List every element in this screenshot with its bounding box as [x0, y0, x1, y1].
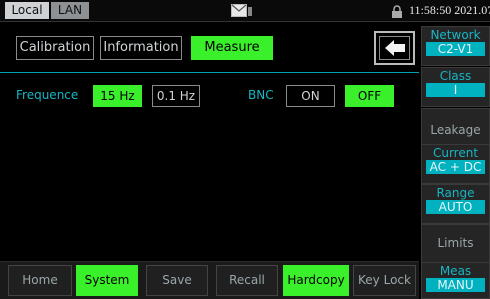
softkey-current-value: AC + DC	[426, 160, 485, 174]
mode-local-indicator: Local	[5, 2, 49, 19]
softkey-meas-title: Meas	[439, 264, 472, 278]
softkey-limits[interactable]: Limits	[421, 224, 490, 264]
settings-row: Frequence 15 Hz 0.1 Hz BNC ON OFF	[0, 84, 419, 110]
bottom-menu: Home System Save Recall Hardcopy Key Loc…	[0, 261, 419, 299]
key-lock-button[interactable]: Key Lock	[353, 265, 416, 296]
softkey-meas[interactable]: Meas MANU	[421, 262, 490, 299]
mail-icon	[231, 4, 252, 17]
softkey-panel: Network C2-V1 Class I Leakage Current AC…	[421, 22, 490, 299]
main-panel-header: Calibration Information Measure	[8, 30, 418, 70]
softkey-range-title: Range	[436, 186, 475, 200]
recall-button[interactable]: Recall	[216, 265, 278, 296]
bnc-label: BNC	[248, 88, 274, 102]
softkey-class[interactable]: Class I	[421, 67, 490, 107]
mode-lan-indicator: LAN	[51, 2, 89, 19]
lock-icon	[392, 5, 402, 18]
tab-measure[interactable]: Measure	[191, 36, 273, 60]
softkey-class-value: I	[426, 83, 485, 97]
system-button[interactable]: System	[76, 265, 138, 296]
hardcopy-button[interactable]: Hardcopy	[283, 265, 349, 296]
frequence-option-0-1hz[interactable]: 0.1 Hz	[152, 85, 200, 107]
softkey-current-title: Current	[432, 146, 479, 160]
divider	[0, 72, 419, 73]
status-bar: Local LAN 11:58:50 2021.07.22	[0, 0, 490, 22]
save-button[interactable]: Save	[146, 265, 208, 296]
softkey-range-value: AUTO	[426, 200, 485, 214]
frequence-label: Frequence	[16, 88, 79, 102]
clock-display: 11:58:50 2021.07.22	[409, 3, 490, 17]
back-button[interactable]	[374, 31, 415, 65]
tab-calibration[interactable]: Calibration	[16, 36, 94, 60]
softkey-network-value: C2-V1	[426, 42, 485, 56]
softkey-network[interactable]: Network C2-V1	[421, 26, 490, 66]
softkey-current[interactable]: Current AC + DC	[421, 144, 490, 184]
softkey-range[interactable]: Range AUTO	[421, 184, 490, 224]
softkey-class-title: Class	[439, 69, 472, 83]
softkey-network-title: Network	[430, 28, 481, 42]
softkey-meas-value: MANU	[426, 278, 485, 292]
home-button[interactable]: Home	[8, 265, 72, 296]
frequence-option-15hz[interactable]: 15 Hz	[93, 85, 142, 107]
softkey-limits-title: Limits	[437, 236, 474, 250]
bnc-option-on[interactable]: ON	[286, 85, 335, 107]
back-arrow-icon	[384, 40, 405, 56]
bnc-option-off[interactable]: OFF	[345, 85, 394, 107]
tab-information[interactable]: Information	[100, 36, 182, 60]
